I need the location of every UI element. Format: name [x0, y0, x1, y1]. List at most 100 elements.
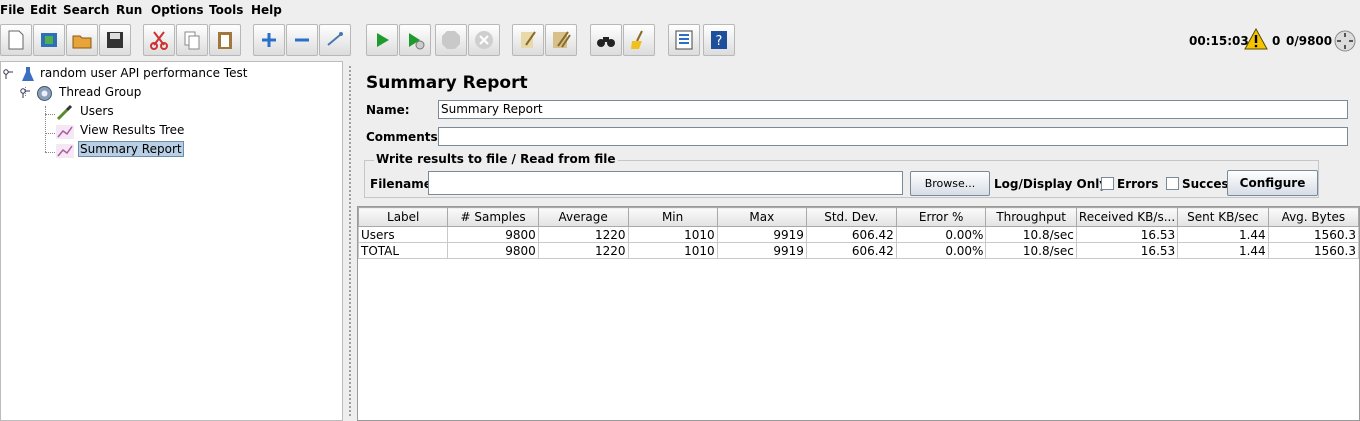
- column-header[interactable]: Average: [537, 207, 629, 227]
- toolbar: ? 00:15:03 0 0/9800: [0, 22, 1360, 60]
- table-cell: 0.00%: [895, 242, 987, 259]
- templates-button[interactable]: [33, 24, 65, 56]
- warning-count: 0: [1272, 34, 1281, 48]
- table-cell: 1560.3: [1267, 226, 1360, 243]
- new-button[interactable]: [0, 24, 32, 56]
- column-header[interactable]: Received KB/s...: [1075, 207, 1179, 227]
- listener-graph-icon: [56, 144, 74, 158]
- scissors-icon: [150, 31, 168, 50]
- table-cell: 1220: [537, 242, 629, 259]
- errors-checkbox[interactable]: [1101, 177, 1114, 190]
- open-button[interactable]: [66, 24, 98, 56]
- menu-help[interactable]: Help: [251, 3, 282, 17]
- column-header[interactable]: # Samples: [447, 207, 539, 227]
- table-cell: 1220: [537, 226, 629, 243]
- clear-all-broom-icon: [553, 31, 571, 48]
- table-cell: 9800: [447, 226, 539, 243]
- play-no-timers-icon: [409, 33, 425, 50]
- filename-field[interactable]: [428, 171, 903, 195]
- column-header[interactable]: Sent KB/sec: [1177, 207, 1269, 227]
- function-helper-button[interactable]: [668, 24, 700, 56]
- shutdown-icon: [475, 31, 493, 49]
- listener-graph-icon: [56, 125, 74, 139]
- help-question-icon: ?: [711, 31, 727, 49]
- tree-label-test-plan: random user API performance Test: [40, 66, 248, 80]
- broom-icon: [631, 30, 643, 49]
- menu-edit[interactable]: Edit: [30, 3, 57, 17]
- clear-button[interactable]: [512, 24, 544, 56]
- tree-toggle-icon[interactable]: [20, 88, 30, 98]
- minus-icon: [295, 38, 309, 42]
- templates-icon: [41, 33, 57, 47]
- clear-broom-icon: [521, 31, 536, 48]
- table-cell: 1.44: [1177, 226, 1269, 243]
- write-results-group-title: Write results to file / Read from file: [374, 152, 618, 166]
- save-disk-icon: [107, 32, 123, 48]
- copy-button[interactable]: [176, 24, 208, 56]
- elapsed-time: 00:15:03: [1189, 34, 1249, 48]
- plus-icon: [262, 33, 276, 47]
- table-cell: 9919: [716, 242, 807, 259]
- table-cell: 1560.3: [1267, 242, 1360, 259]
- column-header[interactable]: Std. Dev.: [805, 207, 897, 227]
- column-header[interactable]: Min: [627, 207, 718, 227]
- active-threads: 0/9800: [1286, 34, 1333, 48]
- shutdown-button[interactable]: [468, 24, 500, 56]
- reset-search-button[interactable]: [623, 24, 655, 56]
- table-cell: 10.8/sec: [985, 242, 1077, 259]
- tree-label-thread-group: Thread Group: [59, 85, 142, 99]
- column-header[interactable]: Error %: [895, 207, 987, 227]
- browse-button[interactable]: Browse...: [910, 171, 990, 196]
- search-button[interactable]: [590, 24, 622, 56]
- test-plan-tree: random user API performance Test Thread …: [0, 61, 343, 421]
- help-button[interactable]: ?: [703, 24, 735, 56]
- start-no-pauses-button[interactable]: [399, 24, 431, 56]
- table-cell: 10.8/sec: [985, 226, 1077, 243]
- log-display-only-label: Log/Display Only:: [994, 177, 1112, 191]
- clear-all-button[interactable]: [545, 24, 577, 56]
- tree-label-view-results-tree: View Results Tree: [80, 123, 185, 137]
- expand-all-button[interactable]: [253, 24, 285, 56]
- errors-label: Errors: [1117, 177, 1159, 191]
- comments-label: Comments:: [366, 130, 443, 144]
- remote-status-icon[interactable]: [1334, 30, 1356, 52]
- warning-icon[interactable]: [1244, 28, 1268, 50]
- save-button[interactable]: [99, 24, 131, 56]
- paste-button[interactable]: [209, 24, 241, 56]
- sampler-pipette-icon: [56, 104, 73, 121]
- table-row[interactable]: TOTAL 9800 1220 1010 9919 606.42 0.00% 1…: [357, 242, 1360, 259]
- name-field[interactable]: Summary Report: [438, 100, 1348, 119]
- successes-checkbox[interactable]: [1166, 177, 1179, 190]
- column-header[interactable]: Avg. Bytes: [1267, 207, 1360, 227]
- menu-search[interactable]: Search: [63, 3, 109, 17]
- start-button[interactable]: [366, 24, 398, 56]
- write-results-group: Write results to file / Read from file F…: [364, 152, 1319, 198]
- configure-button[interactable]: Configure: [1227, 170, 1318, 196]
- summary-table-container: Label # Samples Average Min Max Std. Dev…: [357, 206, 1360, 421]
- menu-bar: File Edit Search Run Options Tools Help: [0, 0, 1360, 21]
- collapse-all-button[interactable]: [286, 24, 318, 56]
- filename-label: Filename: [370, 177, 432, 191]
- comments-field[interactable]: [438, 127, 1348, 146]
- toggle-button[interactable]: [319, 24, 351, 56]
- cut-button[interactable]: [143, 24, 175, 56]
- menu-run[interactable]: Run: [116, 3, 142, 17]
- table-cell: 16.53: [1075, 242, 1179, 259]
- table-row[interactable]: Users 9800 1220 1010 9919 606.42 0.00% 1…: [357, 226, 1360, 243]
- table-header-row: Label # Samples Average Min Max Std. Dev…: [357, 207, 1360, 227]
- tree-toggle-icon[interactable]: [3, 69, 13, 79]
- column-header[interactable]: Throughput: [985, 207, 1077, 227]
- table-cell: 1010: [627, 242, 718, 259]
- table-cell: TOTAL: [357, 242, 449, 259]
- column-header[interactable]: Label: [357, 207, 449, 227]
- table-cell: 0.00%: [895, 226, 987, 243]
- stop-button[interactable]: [435, 24, 467, 56]
- page-title: Summary Report: [366, 73, 528, 93]
- list-icon: [675, 30, 693, 50]
- column-header[interactable]: Max: [716, 207, 807, 227]
- table-cell: 9919: [716, 226, 807, 243]
- menu-tools[interactable]: Tools: [209, 3, 243, 17]
- split-pane-divider[interactable]: [344, 61, 356, 421]
- menu-options[interactable]: Options: [151, 3, 204, 17]
- menu-file[interactable]: File: [0, 3, 25, 17]
